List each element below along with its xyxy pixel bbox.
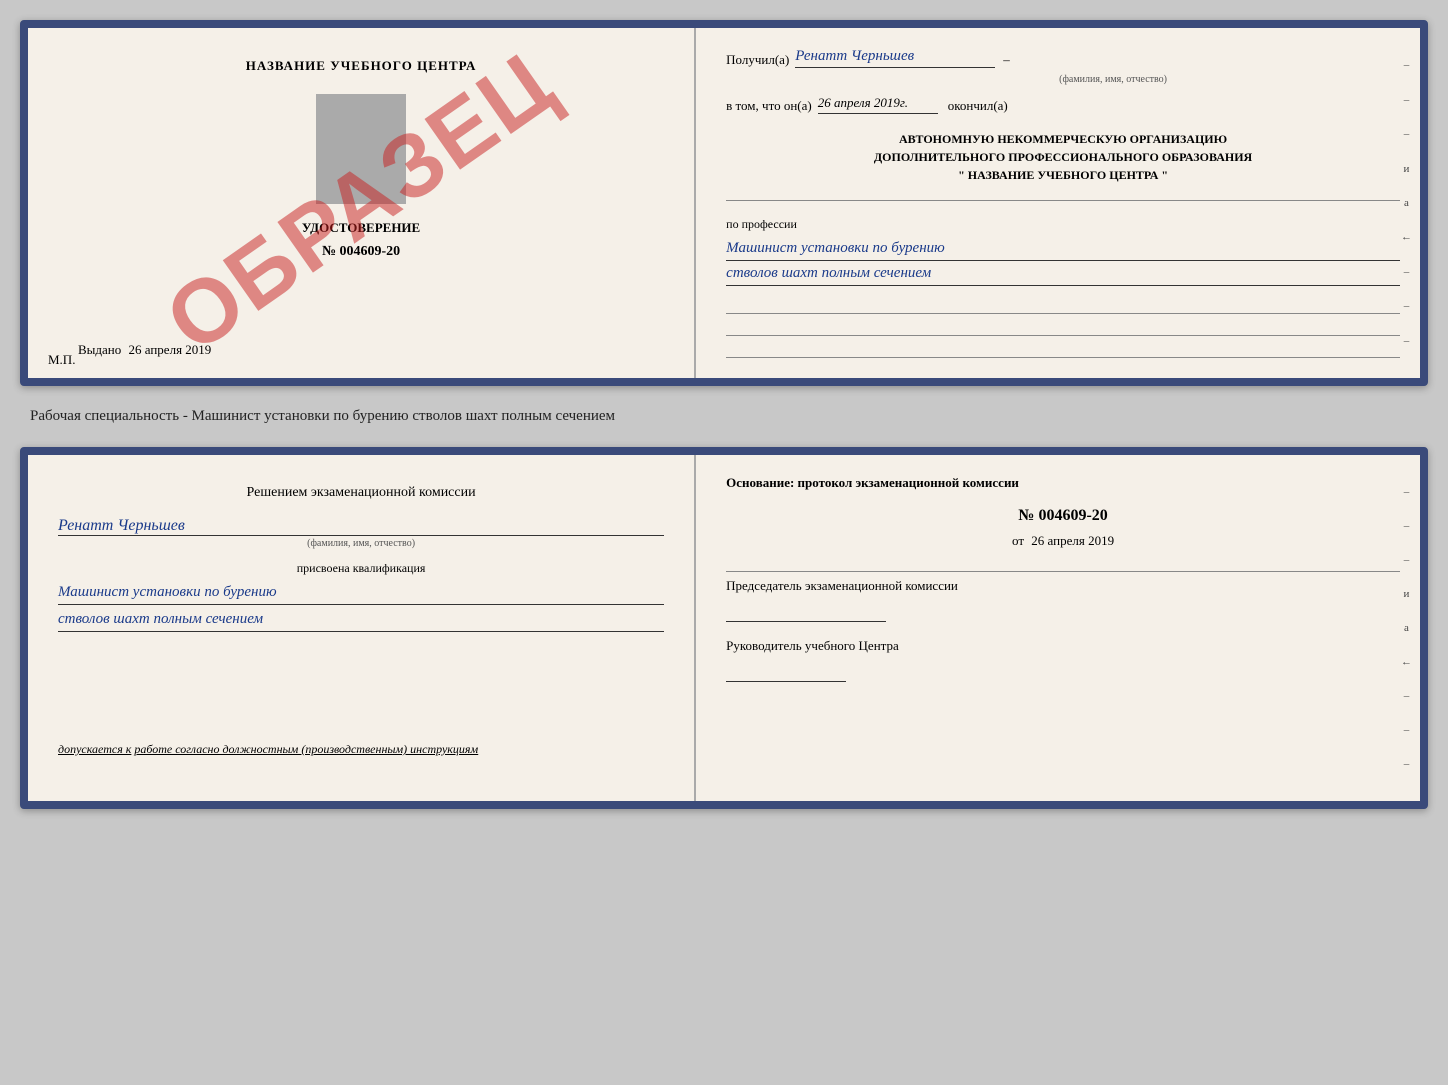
rukovoditel-label: Руководитель учебного Центра bbox=[726, 638, 1400, 654]
profession-section: по профессии Машинист установки по бурен… bbox=[726, 207, 1400, 286]
protocol-number: № 004609-20 bbox=[726, 507, 1400, 525]
kvalif-line1: Машинист установки по бурению bbox=[58, 580, 664, 605]
photo-placeholder bbox=[316, 94, 406, 204]
specialty-text: Рабочая специальность - Машинист установ… bbox=[20, 402, 1428, 431]
chairman-sig-line bbox=[726, 600, 886, 622]
osnov-title: Основание: протокол экзаменационной коми… bbox=[726, 475, 1400, 491]
mp-label: М.П. bbox=[48, 352, 75, 368]
prisvoena-label: присвоена квалификация bbox=[58, 561, 664, 576]
chairman-label: Председатель экзаменационной комиссии bbox=[726, 578, 1400, 594]
poluchil-label: Получил(а) bbox=[726, 52, 789, 68]
top-certificate-card: НАЗВАНИЕ УЧЕБНОГО ЦЕНТРА УДОСТОВЕРЕНИЕ №… bbox=[20, 20, 1428, 386]
ot-label: от bbox=[1012, 533, 1024, 548]
org-line3: " НАЗВАНИЕ УЧЕБНОГО ЦЕНТРА " bbox=[726, 166, 1400, 184]
line3 bbox=[726, 340, 1400, 358]
vtom-date: 26 апреля 2019г. bbox=[818, 95, 938, 114]
bottom-certificate-card: Решением экзаменационной комиссии Ренатт… bbox=[20, 447, 1428, 809]
top-center-title: НАЗВАНИЕ УЧЕБНОГО ЦЕНТРА bbox=[246, 58, 477, 74]
bottom-side-marks: – – – и а ← – – – bbox=[1401, 455, 1412, 801]
certificate-number: № 004609-20 bbox=[322, 244, 400, 260]
kvalif-line2: стволов шахт полным сечением bbox=[58, 607, 664, 632]
rukovoditel-sig-line bbox=[726, 660, 846, 682]
org-line1: АВТОНОМНУЮ НЕКОММЕРЧЕСКУЮ ОРГАНИЗАЦИЮ bbox=[726, 130, 1400, 148]
bottom-left-panel: Решением экзаменационной комиссии Ренатт… bbox=[28, 455, 696, 801]
vydano-date: 26 апреля 2019 bbox=[129, 342, 212, 357]
separator2 bbox=[726, 571, 1400, 572]
bottom-name: Ренатт Черньшев bbox=[58, 517, 664, 536]
line2 bbox=[726, 318, 1400, 336]
org-section: АВТОНОМНУЮ НЕКОММЕРЧЕСКУЮ ОРГАНИЗАЦИЮ ДО… bbox=[726, 130, 1400, 184]
udostoverenie-label: УДОСТОВЕРЕНИЕ bbox=[302, 220, 420, 236]
poluchil-section: Получил(а) Ренатт Черньшев – (фамилия, и… bbox=[726, 48, 1400, 85]
bottom-right-panel: Основание: протокол экзаменационной коми… bbox=[696, 455, 1420, 801]
profession-line2: стволов шахт полным сечением bbox=[726, 261, 1400, 286]
poluchil-line: Получил(а) Ренатт Черньшев – bbox=[726, 48, 1400, 68]
vydano-label: Выдано bbox=[78, 342, 121, 357]
vydano-line: Выдано 26 апреля 2019 bbox=[78, 342, 211, 358]
line1 bbox=[726, 296, 1400, 314]
top-left-panel: НАЗВАНИЕ УЧЕБНОГО ЦЕНТРА УДОСТОВЕРЕНИЕ №… bbox=[28, 28, 696, 378]
side-marks: – – – и а ← – – – bbox=[1401, 28, 1412, 378]
chairman-block: Председатель экзаменационной комиссии bbox=[726, 578, 1400, 622]
profession-line1: Машинист установки по бурению bbox=[726, 236, 1400, 261]
dopuskaetsya-val: работе согласно должностным (производств… bbox=[134, 742, 478, 756]
rukovoditel-block: Руководитель учебного Центра bbox=[726, 638, 1400, 682]
fio-hint: (фамилия, имя, отчество) bbox=[826, 74, 1400, 85]
po-professii-label: по профессии bbox=[726, 217, 1400, 232]
dopuskaetsya-label: допускается к bbox=[58, 742, 131, 756]
vtom-label: в том, что он(а) bbox=[726, 98, 812, 114]
separator1 bbox=[726, 200, 1400, 201]
okonchil-label: окончил(а) bbox=[948, 98, 1008, 114]
vtom-line: в том, что он(а) 26 апреля 2019г. окончи… bbox=[726, 95, 1400, 114]
ot-date: 26 апреля 2019 bbox=[1031, 533, 1114, 548]
trailing-lines bbox=[726, 296, 1400, 358]
ot-date-line: от 26 апреля 2019 bbox=[726, 533, 1400, 549]
bottom-fio-label: (фамилия, имя, отчество) bbox=[58, 538, 664, 549]
komissia-title: Решением экзаменационной комиссии bbox=[58, 485, 664, 501]
top-right-panel: Получил(а) Ренатт Черньшев – (фамилия, и… bbox=[696, 28, 1420, 378]
dash1: – bbox=[1003, 52, 1010, 68]
dopuskaetsya-block: допускается к работе согласно должностны… bbox=[58, 732, 478, 757]
org-line2: ДОПОЛНИТЕЛЬНОГО ПРОФЕССИОНАЛЬНОГО ОБРАЗО… bbox=[726, 148, 1400, 166]
poluchil-name: Ренатт Черньшев bbox=[795, 48, 995, 68]
vtom-section: в том, что он(а) 26 апреля 2019г. окончи… bbox=[726, 95, 1400, 120]
